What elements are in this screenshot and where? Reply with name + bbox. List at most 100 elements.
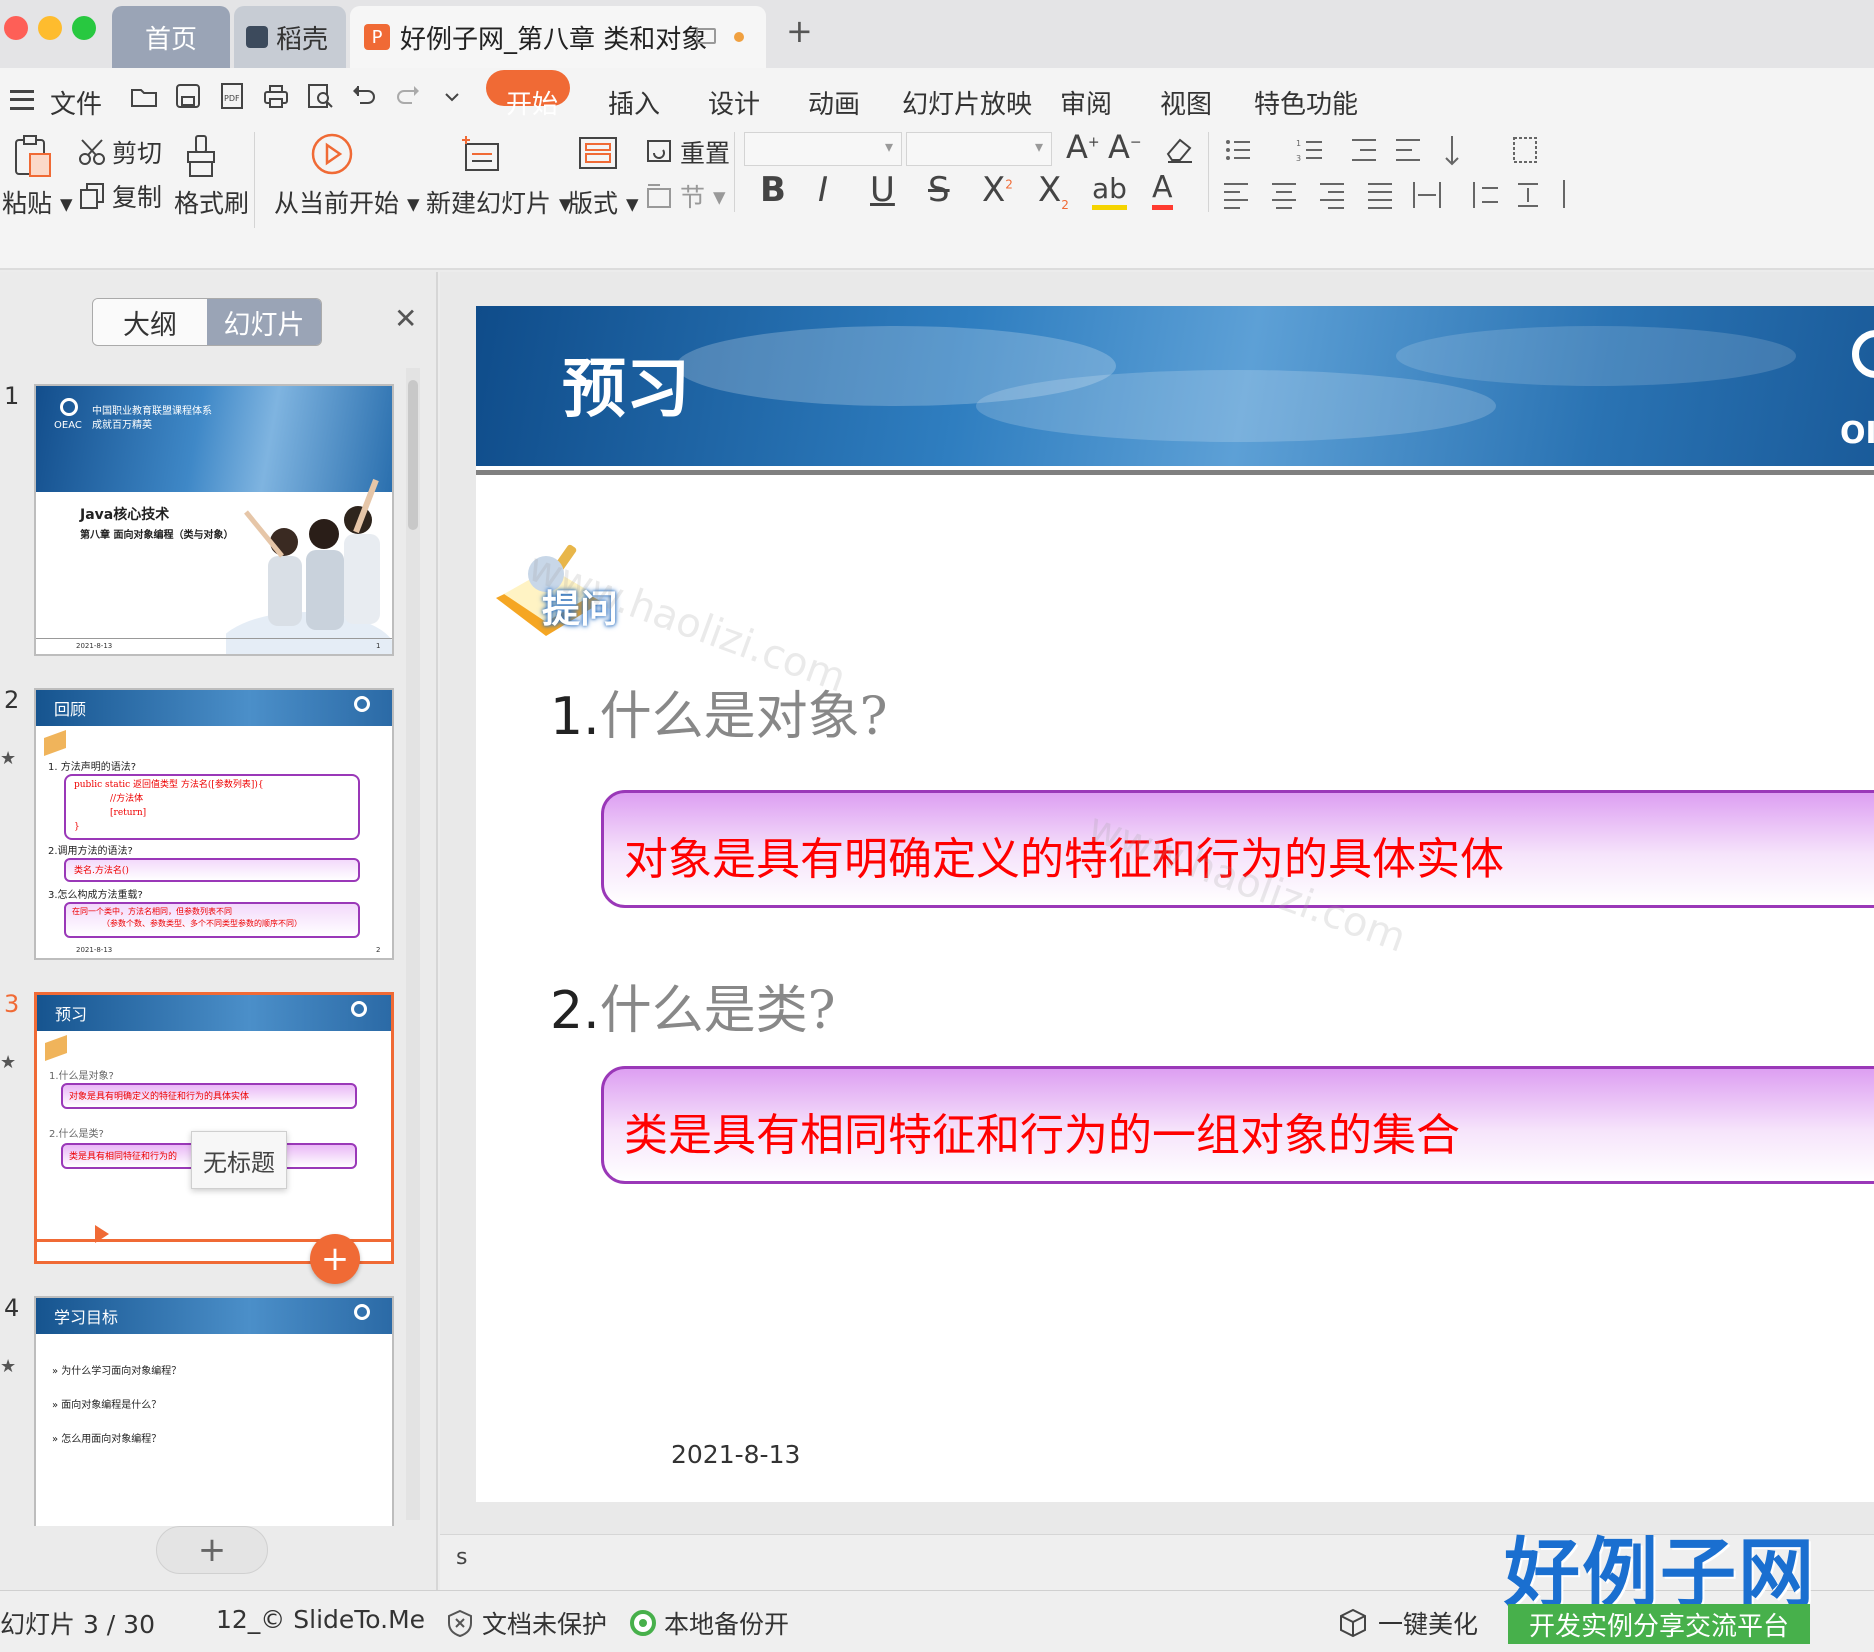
menu-bar: 文件 PDF 开始 插入 设计 动画 幻灯片放映 审阅 视图 特色功能 — [0, 68, 1874, 132]
slide-title[interactable]: 预习 — [562, 338, 690, 430]
redo-icon[interactable] — [394, 82, 422, 110]
tab-daoke[interactable]: 稻壳 — [234, 6, 346, 68]
slide-editor[interactable]: 预习 OI 提问 1.什么是对象? 对象是具有明确定义的特征和行为的具体实体 2… — [476, 306, 1874, 1502]
close-window-button[interactable] — [4, 16, 28, 40]
superscript-icon[interactable]: X2 — [982, 170, 1013, 210]
tooltip-untitled: 无标题 — [191, 1131, 287, 1189]
layout-button[interactable]: 版式 ▾ — [568, 184, 639, 220]
slide-number-4: 4 — [4, 1294, 20, 1322]
copy-button[interactable]: 复制 — [78, 178, 162, 214]
theme-name[interactable]: 12_© SlideTo.Me — [216, 1605, 425, 1634]
align-left-icon — [1224, 183, 1248, 209]
brand-watermark-tagline: 开发实例分享交流平台 — [1508, 1604, 1810, 1644]
new-tab-plus-icon[interactable]: + — [786, 12, 813, 50]
tab-home[interactable]: 首页 — [112, 6, 230, 68]
slide-thumbnail-1[interactable]: OEAC 中国职业教育联盟课程体系 成就百万精英 Java核心技术 第八章 面向… — [34, 384, 394, 656]
play-circle-icon[interactable] — [310, 132, 354, 176]
layout-icon[interactable] — [578, 136, 618, 172]
justify-icon — [1368, 183, 1392, 209]
distribute-icon — [1413, 182, 1441, 208]
zoom-window-button[interactable] — [72, 16, 96, 40]
thumb3-header — [37, 995, 391, 1031]
format-painter-button[interactable]: 格式刷 — [174, 184, 249, 220]
cut-button[interactable]: 剪切 — [78, 134, 162, 170]
question-1-text: 什么是对象? — [599, 687, 888, 747]
highlight-icon[interactable]: ab — [1092, 172, 1127, 210]
add-slide-button[interactable]: + — [156, 1526, 268, 1574]
menu-design[interactable]: 设计 — [708, 84, 760, 121]
menu-features[interactable]: 特色功能 — [1254, 84, 1358, 121]
slide-thumbnail-4[interactable]: 学习目标 » 为什么学习面向对象编程？ » 面向对象编程是什么？ » 怎么用面向… — [34, 1296, 394, 1526]
undo-icon[interactable] — [350, 82, 378, 110]
thumb1-date: 2021-8-13 — [76, 642, 113, 650]
question-2-text: 什么是类? — [599, 981, 836, 1041]
print-preview-icon[interactable] — [306, 82, 334, 110]
thumb2-a3-line2: （参数个数、参数类型、多个不同类型参数的顺序不同） — [102, 919, 302, 928]
subscript-icon[interactable]: X2 — [1038, 170, 1069, 212]
new-slide-button[interactable]: 新建幻灯片 ▾ — [426, 184, 572, 220]
paste-icon[interactable] — [12, 134, 54, 178]
tab-slides[interactable]: 幻灯片 — [207, 299, 321, 345]
format-painter-icon[interactable] — [184, 134, 220, 178]
strikethrough-icon[interactable]: S — [928, 170, 950, 210]
notes-text: s — [456, 1545, 468, 1570]
scrollbar-thumb[interactable] — [408, 380, 418, 530]
answer-1-box[interactable]: 对象是具有明确定义的特征和行为的具体实体 — [601, 790, 1874, 908]
question-1[interactable]: 1.什么是对象? — [550, 674, 888, 749]
tab-home-label: 首页 — [144, 24, 197, 55]
header-rule — [476, 470, 1874, 475]
menu-review[interactable]: 审阅 — [1060, 84, 1112, 121]
open-folder-icon[interactable] — [130, 82, 158, 110]
font-size-select[interactable]: ▾ — [906, 132, 1052, 166]
font-family-select[interactable]: ▾ — [744, 132, 902, 166]
play-from-current-button[interactable]: 从当前开始 ▾ — [274, 184, 420, 220]
chevron-down-icon[interactable] — [438, 82, 466, 110]
align-right-icon — [1320, 183, 1344, 209]
menu-start[interactable]: 开始 — [506, 84, 558, 121]
clear-format-icon[interactable] — [1164, 134, 1196, 164]
tab-document[interactable]: P 好例子网_第八章 类和对象 — [350, 6, 766, 68]
menu-file[interactable]: 文件 — [50, 84, 102, 121]
reset-button[interactable]: 重置 — [646, 134, 730, 170]
tab-outline[interactable]: 大纲 — [93, 299, 207, 345]
local-backup[interactable]: 本地备份开 — [630, 1605, 789, 1641]
bold-icon[interactable]: B — [760, 170, 786, 210]
hamburger-menu-icon[interactable] — [10, 90, 34, 110]
menu-animation[interactable]: 动画 — [808, 84, 860, 121]
minimize-window-button[interactable] — [38, 16, 62, 40]
paragraph-spacing-icon — [1518, 183, 1538, 207]
decrease-font-icon[interactable]: A− — [1108, 128, 1142, 166]
paste-button[interactable]: 粘贴 ▾ — [2, 184, 73, 220]
menu-slideshow[interactable]: 幻灯片放映 — [902, 84, 1032, 121]
slide-number-2: 2 — [4, 686, 20, 714]
increase-font-icon[interactable]: A+ — [1066, 128, 1100, 166]
play-slide-icon[interactable] — [95, 1225, 109, 1243]
section-button[interactable]: 节 ▾ — [646, 178, 726, 214]
print-icon[interactable] — [262, 82, 290, 110]
new-slide-icon[interactable] — [460, 134, 502, 174]
insert-slide-plus-icon[interactable]: + — [310, 1234, 360, 1284]
thumb2-code-line4: } — [74, 822, 80, 832]
underline-icon[interactable]: U — [870, 170, 895, 210]
font-color-icon[interactable]: A — [1152, 170, 1173, 210]
document-protection[interactable]: 文档未保护 — [446, 1605, 607, 1641]
italic-icon[interactable]: I — [818, 170, 828, 210]
slide-position: 幻灯片 3 / 30 — [0, 1610, 155, 1639]
slide-thumbnail-3[interactable]: 预习 1.什么是对象? 对象是具有明确定义的特征和行为的具体实体 2.什么是类?… — [34, 992, 394, 1264]
one-click-beautify[interactable]: 一键美化 — [1338, 1605, 1478, 1641]
new-slide-label: 新建幻灯片 — [426, 189, 552, 218]
export-pdf-icon[interactable]: PDF — [218, 82, 246, 110]
document-protection-label: 文档未保护 — [482, 1610, 608, 1639]
question-2[interactable]: 2.什么是类? — [550, 968, 836, 1043]
slide-header-banner: 预习 OI — [476, 306, 1874, 466]
thumb2-q1: 1. 方法声明的语法? — [48, 762, 137, 773]
answer-2-box[interactable]: 类是具有相同特征和行为的一组对象的集合 — [601, 1066, 1874, 1184]
slide-thumbnail-2[interactable]: 回顾 1. 方法声明的语法? public static 返回值类型 方法名([… — [34, 688, 394, 960]
menu-insert[interactable]: 插入 — [608, 84, 660, 121]
close-panel-icon[interactable]: ✕ — [394, 302, 417, 335]
save-icon[interactable] — [174, 82, 202, 110]
animation-star-icon: ★ — [0, 1356, 17, 1377]
thumb1-title-line1: 中国职业教育联盟课程体系 — [92, 406, 212, 417]
menu-view[interactable]: 视图 — [1160, 84, 1212, 121]
panel-scrollbar[interactable] — [406, 368, 420, 1520]
